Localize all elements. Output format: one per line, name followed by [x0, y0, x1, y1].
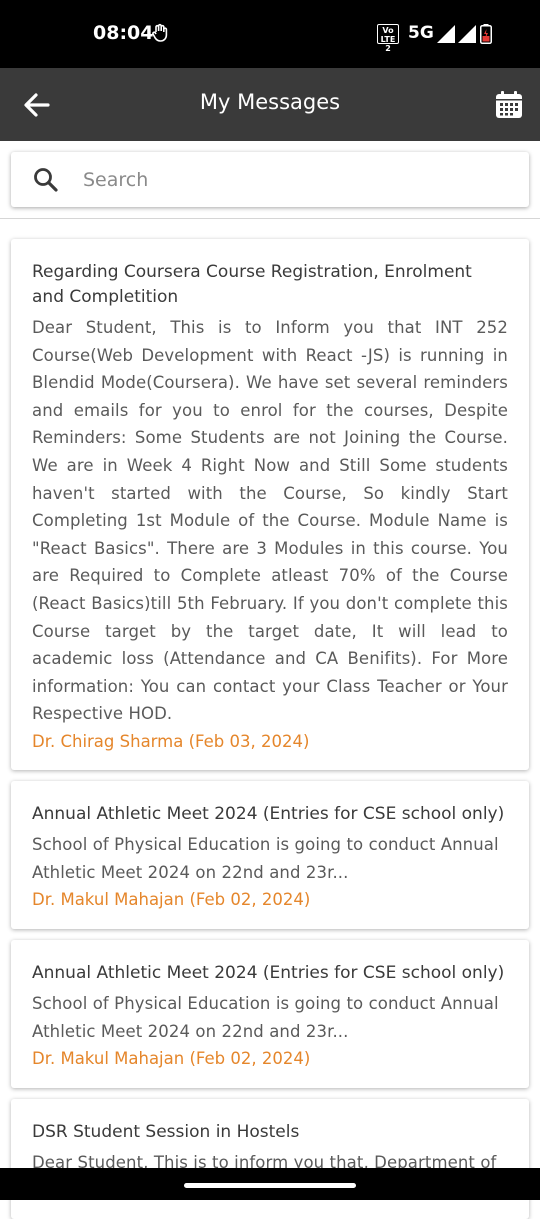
message-card[interactable]: Annual Athletic Meet 2024 (Entries for C…: [11, 940, 529, 1088]
status-time: 08:04: [93, 22, 154, 44]
message-title: Annual Athletic Meet 2024 (Entries for C…: [32, 963, 505, 983]
app-bar: My Messages: [0, 68, 540, 141]
message-body: Dear Student, This is to Inform you that…: [32, 318, 508, 724]
message-card[interactable]: Annual Athletic Meet 2024 (Entries for C…: [11, 781, 529, 929]
message-card[interactable]: DSR Student Session in Hostels Dear Stud…: [11, 1099, 529, 1219]
search-icon: [33, 167, 59, 197]
calendar-button[interactable]: [494, 90, 524, 120]
message-title: DSR Student Session in Hostels: [32, 1122, 300, 1142]
message-body: School of Physical Education is going to…: [32, 835, 499, 882]
volte-badge: Vo LTE 2: [377, 24, 399, 53]
message-author: Dr. Makul Mahajan (Feb 02, 2024): [32, 1049, 311, 1069]
status-bar: 08:04 Vo LTE 2 5G: [0, 0, 540, 68]
message-title: Annual Athletic Meet 2024 (Entries for C…: [32, 804, 505, 824]
divider: [0, 218, 540, 219]
signal-icon-2: [458, 25, 476, 47]
calendar-icon: [496, 91, 522, 118]
message-card[interactable]: Regarding Coursera Course Registration, …: [11, 239, 529, 770]
battery-icon: [480, 24, 492, 48]
signal-icon: [437, 25, 455, 47]
search-input[interactable]: [81, 160, 505, 200]
navigation-bar: [0, 1168, 540, 1200]
page-title: My Messages: [199, 90, 341, 114]
message-author: Dr. Chirag Sharma (Feb 03, 2024): [32, 731, 310, 751]
network-type: 5G: [408, 23, 434, 43]
message-author: Dr. Makul Mahajan (Feb 02, 2024): [32, 890, 311, 910]
vpn-icon: [150, 23, 170, 47]
message-body: School of Physical Education is going to…: [32, 994, 499, 1041]
message-title: Regarding Coursera Course Registration, …: [32, 262, 472, 307]
home-indicator[interactable]: [184, 1183, 356, 1188]
search-bar[interactable]: [11, 152, 529, 207]
